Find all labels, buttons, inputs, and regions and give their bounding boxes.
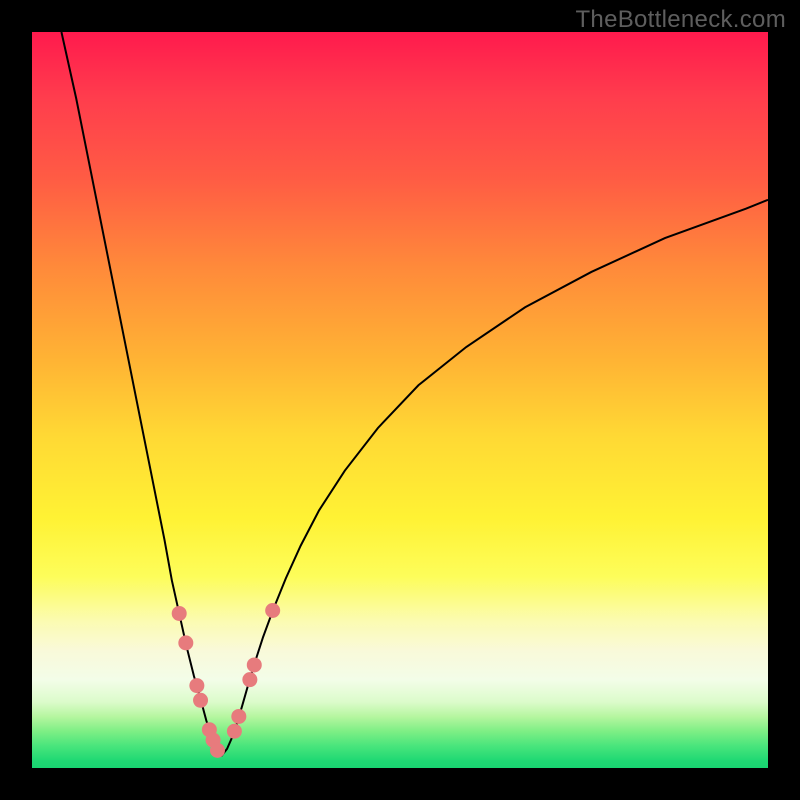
data-marker-pill bbox=[203, 707, 207, 723]
watermark-text: TheBottleneck.com bbox=[575, 6, 786, 34]
data-marker-dot bbox=[206, 733, 221, 748]
curve-layer bbox=[32, 32, 768, 768]
data-marker-dot bbox=[227, 724, 242, 739]
data-marker-pill bbox=[188, 653, 195, 678]
data-marker-pill bbox=[256, 619, 269, 657]
data-marker-dot bbox=[231, 709, 246, 724]
data-marker-pill bbox=[172, 577, 183, 632]
data-marker-dot bbox=[178, 635, 193, 650]
curve-right-branch bbox=[221, 200, 768, 756]
data-marker-dot bbox=[189, 678, 204, 693]
data-marker-dot bbox=[172, 606, 187, 621]
data-marker-dot bbox=[247, 657, 262, 672]
data-marker-pill bbox=[241, 687, 248, 709]
plot-area bbox=[32, 32, 768, 768]
curve-left-branch bbox=[61, 32, 221, 756]
chart-frame: TheBottleneck.com bbox=[0, 0, 800, 800]
marker-group bbox=[172, 577, 280, 758]
data-marker-dot bbox=[242, 672, 257, 687]
data-marker-dot bbox=[265, 603, 280, 618]
data-marker-dot bbox=[210, 743, 225, 758]
data-marker-dot bbox=[193, 693, 208, 708]
data-marker-dot bbox=[202, 722, 217, 737]
data-marker-pill bbox=[219, 739, 232, 754]
